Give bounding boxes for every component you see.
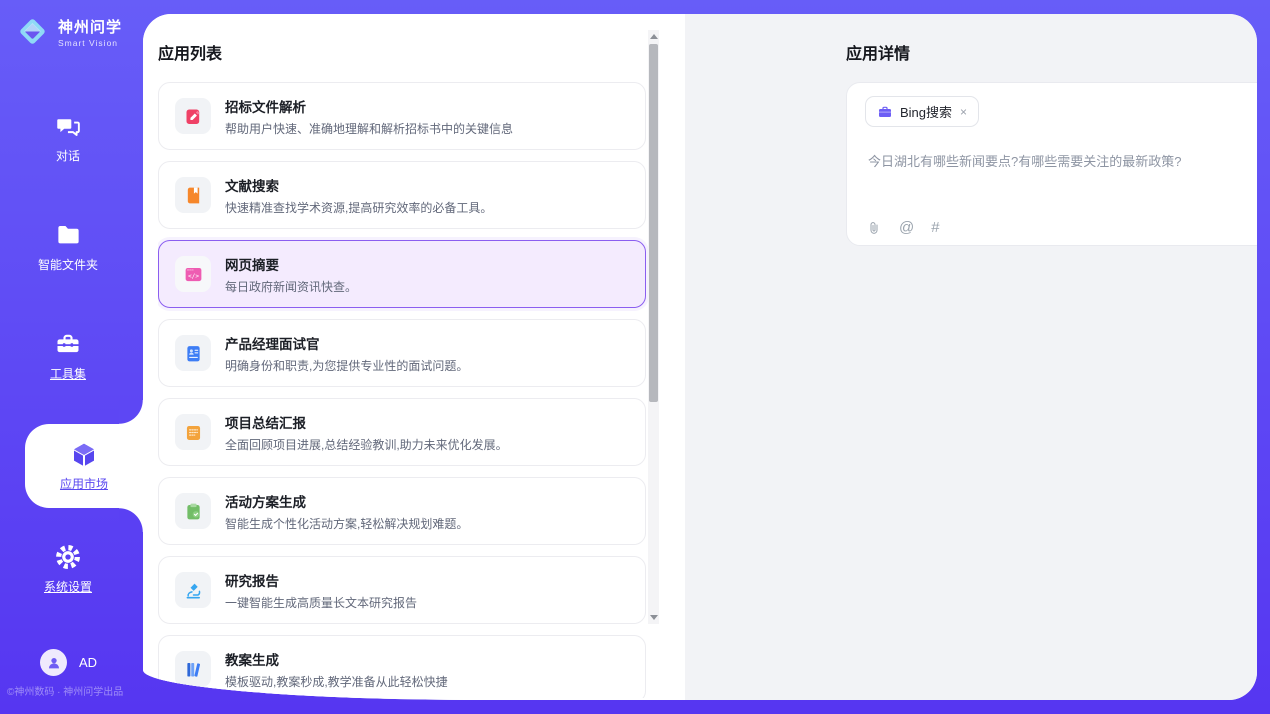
clipboard-check-icon	[183, 501, 204, 522]
sidebar-item-label: 对话	[56, 147, 80, 164]
brand-name: 神州问学	[58, 16, 122, 37]
briefcase-icon	[877, 104, 893, 120]
app-card-pm-interviewer[interactable]: 产品经理面试官 明确身份和职责,为您提供专业性的面试问题。	[158, 319, 646, 387]
scrollbar-down-arrow[interactable]	[648, 612, 659, 623]
app-desc: 一键智能生成高质量长文本研究报告	[225, 594, 417, 611]
person-doc-icon	[183, 343, 204, 364]
scrollbar-up-arrow[interactable]	[648, 31, 659, 42]
sidebar-footer: ©神州数码 · 神州问学出品	[7, 683, 139, 698]
active-tab-fillet-bottom	[119, 508, 143, 532]
cube-icon	[69, 440, 99, 470]
brand-text: 神州问学 Smart Vision	[58, 16, 122, 48]
app-icon-tile	[175, 335, 211, 371]
app-name: 项目总结汇报	[225, 412, 508, 432]
app-root: 神州问学 Smart Vision 对话 智能文件夹 工具集	[0, 0, 1270, 714]
active-tab-fillet-top	[119, 400, 143, 424]
prompt-toolbar: @ #	[866, 219, 940, 236]
browser-code-icon: </>	[183, 264, 204, 285]
user-profile[interactable]: AD	[40, 649, 97, 676]
brand-logo: 神州问学 Smart Vision	[14, 13, 122, 50]
app-icon-tile	[175, 414, 211, 450]
app-card-project-summary[interactable]: 项目总结汇报 全面回顾项目进展,总结经验教训,助力未来优化发展。	[158, 398, 646, 466]
sidebar-item-label: 工具集	[50, 365, 86, 382]
app-icon-tile	[175, 493, 211, 529]
tag-close-icon[interactable]: ×	[959, 105, 968, 119]
app-card-research-report[interactable]: 研究报告 一键智能生成高质量长文本研究报告	[158, 556, 646, 624]
app-icon-tile	[175, 651, 211, 687]
chat-icon	[55, 113, 82, 140]
sidebar-item-toolset[interactable]: 工具集	[0, 330, 136, 382]
diamond-logo-icon	[14, 13, 51, 50]
app-desc: 模板驱动,教案秒成,教学准备从此轻松快捷	[225, 673, 448, 690]
app-name: 活动方案生成	[225, 491, 468, 511]
content-wrapper: 应用列表 招标文件解析 帮助用户快速、准确地理解和解析招标书中的关键信息	[143, 14, 1257, 700]
app-desc: 每日政府新闻资讯快查。	[225, 278, 357, 295]
app-name: 研究报告	[225, 570, 417, 590]
sidebar-item-label: 系统设置	[44, 578, 92, 595]
app-card-literature-search[interactable]: 文献搜索 快速精准查找学术资源,提高研究效率的必备工具。	[158, 161, 646, 229]
app-icon-tile	[175, 98, 211, 134]
app-desc: 全面回顾项目进展,总结经验教训,助力未来优化发展。	[225, 436, 508, 453]
app-list-panel: 应用列表 招标文件解析 帮助用户快速、准确地理解和解析招标书中的关键信息	[143, 14, 685, 700]
tool-tag-bing-search[interactable]: Bing搜索 ×	[865, 96, 979, 127]
app-card-webpage-summary[interactable]: </> 网页摘要 每日政府新闻资讯快查。	[158, 240, 646, 308]
sidebar-item-label: 智能文件夹	[38, 256, 98, 273]
app-card-event-plan[interactable]: 活动方案生成 智能生成个性化活动方案,轻松解决规划难题。	[158, 477, 646, 545]
app-name: 文献搜索	[225, 175, 492, 195]
note-icon	[183, 422, 204, 443]
app-list-scrollbar[interactable]	[648, 30, 659, 624]
sidebar-item-settings[interactable]: 系统设置	[0, 543, 136, 595]
sidebar-item-label: 应用市场	[60, 475, 108, 492]
gear-icon	[54, 543, 82, 571]
edit-doc-icon	[183, 106, 204, 127]
app-icon-tile	[175, 572, 211, 608]
app-card-lesson-plan[interactable]: 教案生成 模板驱动,教案秒成,教学准备从此轻松快捷	[158, 635, 646, 698]
app-list-title: 应用列表	[158, 40, 222, 64]
app-name: 产品经理面试官	[225, 333, 468, 353]
app-desc: 快速精准查找学术资源,提高研究效率的必备工具。	[225, 199, 492, 216]
avatar	[40, 649, 67, 676]
sidebar-item-app-market[interactable]: 应用市场	[25, 424, 143, 508]
person-icon	[46, 655, 62, 671]
app-detail-title: 应用详情	[846, 40, 910, 64]
app-icon-tile	[175, 177, 211, 213]
app-name: 招标文件解析	[225, 96, 513, 116]
brand-subtitle: Smart Vision	[58, 38, 122, 48]
paperclip-icon[interactable]	[866, 220, 882, 236]
books-icon	[183, 659, 204, 680]
prompt-card: Bing搜索 × 今日湖北有哪些新闻要点?有哪些需要关注的最新政策? @ #	[846, 82, 1257, 246]
app-name: 网页摘要	[225, 254, 357, 274]
prompt-input[interactable]: 今日湖北有哪些新闻要点?有哪些需要关注的最新政策?	[868, 152, 1257, 172]
app-desc: 明确身份和职责,为您提供专业性的面试问题。	[225, 357, 468, 374]
app-name: 教案生成	[225, 649, 448, 669]
user-name: AD	[79, 655, 97, 670]
hash-icon[interactable]: #	[931, 219, 939, 236]
mention-icon[interactable]: @	[899, 219, 914, 236]
scrollbar-thumb[interactable]	[649, 44, 658, 402]
svg-text:</>: </>	[187, 273, 198, 280]
book-icon	[183, 185, 204, 206]
tag-label: Bing搜索	[900, 102, 952, 121]
app-list-scroll-area: 招标文件解析 帮助用户快速、准确地理解和解析招标书中的关键信息 文献搜索 快速精…	[158, 82, 670, 698]
app-card-bid-analysis[interactable]: 招标文件解析 帮助用户快速、准确地理解和解析招标书中的关键信息	[158, 82, 646, 150]
app-desc: 智能生成个性化活动方案,轻松解决规划难题。	[225, 515, 468, 532]
app-icon-tile: </>	[175, 256, 211, 292]
toolbox-icon	[54, 330, 82, 358]
app-desc: 帮助用户快速、准确地理解和解析招标书中的关键信息	[225, 120, 513, 137]
sidebar-item-smart-folder[interactable]: 智能文件夹	[0, 222, 136, 273]
microscope-icon	[183, 580, 204, 601]
app-detail-panel: 应用详情 Bing搜索 × 今日湖北有哪些新闻要点?有哪些需要关注的最新政策?	[685, 14, 1257, 700]
sidebar-item-chat[interactable]: 对话	[0, 113, 136, 164]
folder-icon	[55, 222, 82, 249]
